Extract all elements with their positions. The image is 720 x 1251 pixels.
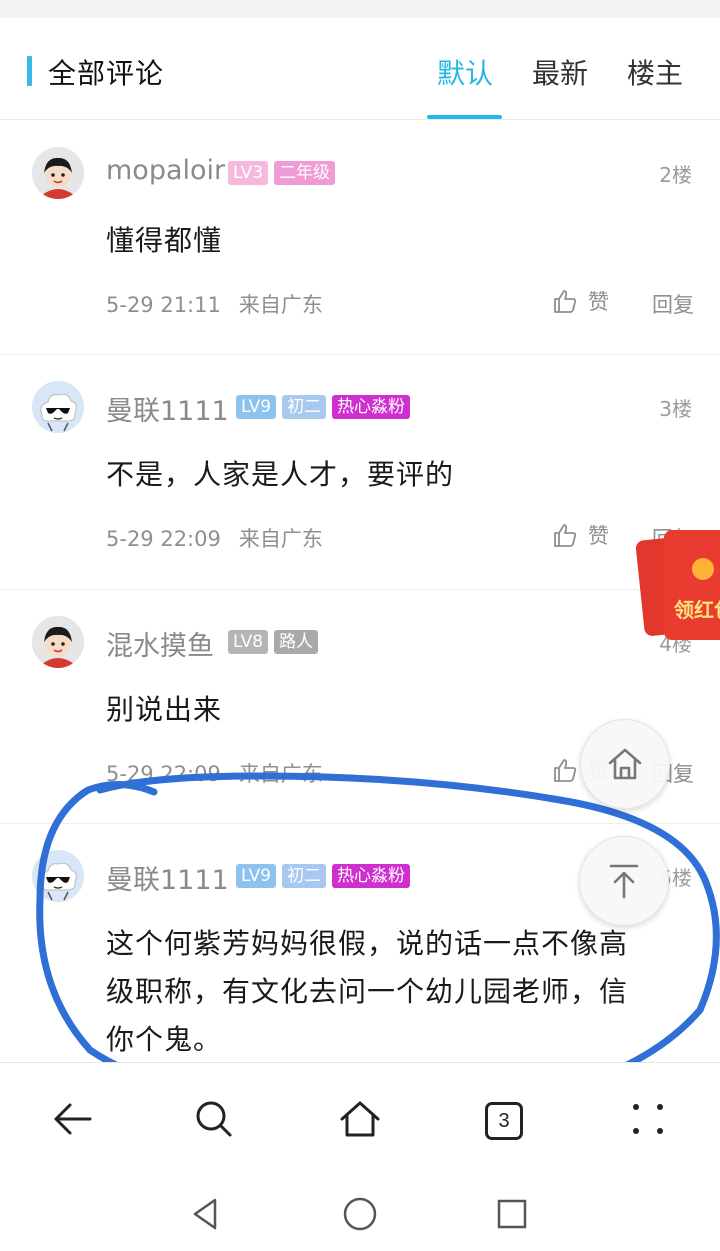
top-strip [0, 0, 720, 18]
user-badges: LV3 二年级 [228, 161, 336, 185]
title-accent-bar [27, 56, 32, 86]
comment-text: 别说出来 [106, 693, 223, 726]
username[interactable]: mopaloir [106, 155, 225, 186]
nav-recents-square-icon [497, 1199, 527, 1229]
grade-badge: 初二 [282, 395, 327, 419]
search-icon [196, 1101, 232, 1137]
back-button[interactable] [42, 1089, 102, 1149]
level-badge: LV8 [228, 630, 269, 654]
tabs-button[interactable]: 3 [474, 1089, 534, 1149]
kid-avatar-icon [32, 616, 84, 668]
cloud-sunglasses-avatar-icon [32, 381, 84, 433]
floor-number: 3楼 [659, 397, 692, 421]
home-float-button[interactable] [580, 719, 670, 809]
nav-recents-button[interactable] [490, 1192, 534, 1236]
like-label: 赞 [588, 290, 609, 314]
avatar[interactable] [32, 616, 84, 668]
tab-default[interactable]: 默认 [437, 52, 493, 92]
comments-header: 全部评论 默认 最新 楼主 [0, 18, 720, 120]
comment-text-line: 你个鬼。 [106, 1023, 223, 1056]
grade-badge: 初二 [282, 864, 327, 888]
avatar[interactable] [32, 147, 84, 199]
thumbs-up-icon [554, 290, 577, 313]
comment-meta: 5-29 22:09 来自广东 [106, 758, 323, 788]
section-title: 全部评论 [48, 57, 165, 90]
comment-meta: 5-29 21:11 来自广东 [106, 289, 323, 319]
floor-number: 2楼 [659, 163, 692, 187]
nav-home-button[interactable] [338, 1192, 382, 1236]
red-packet-label: 领红包 [674, 598, 720, 622]
avatar[interactable] [32, 381, 84, 433]
system-nav-bar [0, 1174, 720, 1251]
comment-text: 懂得都懂 [106, 224, 223, 257]
level-badge: LV9 [236, 864, 277, 888]
thumbs-up-icon [554, 524, 577, 547]
username[interactable]: 曼联1111 [106, 389, 229, 428]
back-to-top-button[interactable] [579, 836, 669, 926]
red-envelope-front [664, 530, 720, 640]
comment-source: 来自广东 [238, 762, 323, 786]
user-badges: LV9 初二 热心淼粉 [236, 395, 411, 419]
like-button[interactable]: 赞 [552, 520, 609, 550]
user-badges: LV8 路人 [228, 630, 319, 654]
home-icon [340, 1101, 380, 1137]
grade-badge: 二年级 [274, 161, 336, 185]
comment-time: 5-29 21:11 [106, 293, 221, 317]
coin-icon [692, 558, 714, 580]
comment-time: 5-29 22:09 [106, 762, 221, 786]
home-button[interactable] [330, 1089, 390, 1149]
nav-back-button[interactable] [183, 1192, 227, 1236]
back-arrow-icon [54, 1103, 92, 1135]
comment-source: 来自广东 [238, 293, 323, 317]
home-icon [608, 748, 642, 780]
fan-badge: 热心淼粉 [332, 864, 411, 888]
user-badges: LV9 初二 热心淼粉 [236, 864, 411, 888]
active-tab-indicator [427, 115, 502, 119]
reply-button[interactable]: 回复 [652, 289, 694, 319]
comment-time: 5-29 22:09 [106, 527, 221, 551]
back-to-top-icon [609, 864, 639, 899]
comment-text-line: 这个何紫芳妈妈很假，说的话一点不像高 [106, 927, 629, 960]
username[interactable]: 曼联1111 [106, 858, 229, 897]
thumbs-up-icon [554, 759, 577, 782]
comment-text-line: 级职称，有文化去问一个幼儿园老师，信 [106, 975, 629, 1008]
browser-toolbar: 3 [0, 1062, 720, 1174]
tabs-icon: 3 [485, 1102, 523, 1140]
more-dots-icon [633, 1104, 663, 1134]
grade-badge: 路人 [274, 630, 319, 654]
username[interactable]: 混水摸鱼 [106, 624, 214, 663]
comment-item: mopaloir LV3 二年级 2楼 懂得都懂 5-29 21:11 来自广东 … [0, 121, 720, 355]
level-badge: LV9 [236, 395, 277, 419]
cloud-sunglasses-avatar-icon [32, 850, 84, 902]
red-packet-button[interactable]: 领红包 [635, 530, 720, 640]
like-label: 赞 [588, 524, 609, 548]
tab-op-only[interactable]: 楼主 [627, 52, 683, 92]
comment-item: 曼联1111 LV9 初二 热心淼粉 3楼 不是，人家是人才，要评的 5-29 … [0, 355, 720, 590]
tab-latest[interactable]: 最新 [532, 52, 588, 92]
level-badge: LV3 [228, 161, 269, 185]
like-button[interactable]: 赞 [552, 286, 609, 316]
comment-source: 来自广东 [238, 527, 323, 551]
nav-back-triangle-icon [193, 1198, 217, 1230]
nav-home-circle-icon [343, 1197, 377, 1231]
kid-avatar-icon [32, 147, 84, 199]
more-button[interactable] [618, 1089, 678, 1149]
fan-badge: 热心淼粉 [332, 395, 411, 419]
comment-text: 不是，人家是人才，要评的 [106, 458, 455, 491]
comment-text: 这个何紫芳妈妈很假，说的话一点不像高 级职称，有文化去问一个幼儿园老师，信 你个… [106, 920, 628, 1064]
comment-meta: 5-29 22:09 来自广东 [106, 523, 323, 553]
search-button[interactable] [184, 1089, 244, 1149]
avatar[interactable] [32, 850, 84, 902]
comments-page: 全部评论 默认 最新 楼主 mopaloir LV3 二年级 2楼 懂得都懂 5… [0, 0, 720, 1251]
